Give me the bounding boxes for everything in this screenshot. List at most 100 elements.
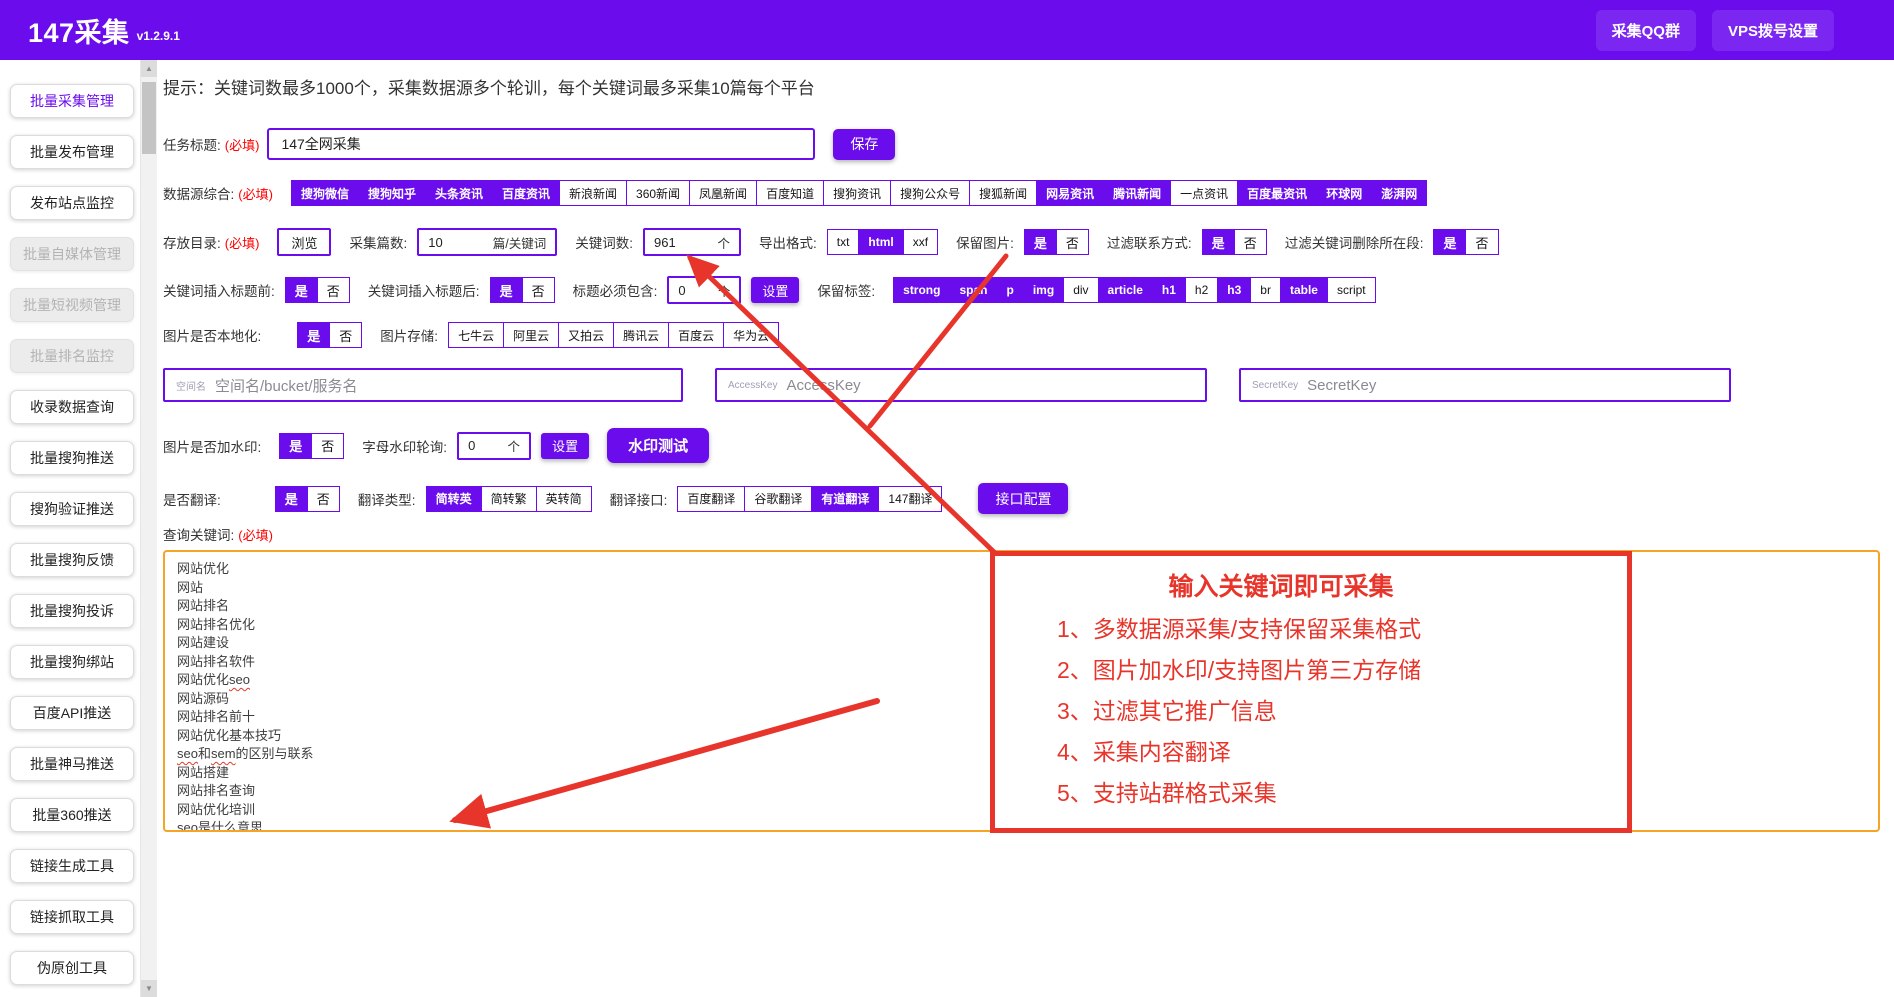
toggle-option-no[interactable]: 否	[312, 434, 343, 458]
sidebar-item[interactable]: 伪原创工具	[10, 951, 134, 985]
export-format-option[interactable]: html	[859, 230, 903, 254]
datasource-option[interactable]: 搜狗知乎	[359, 181, 426, 205]
keep-tag-option[interactable]: strong	[894, 278, 950, 302]
datasource-option[interactable]: 新浪新闻	[560, 181, 627, 205]
keep-tag-option[interactable]: br	[1251, 278, 1281, 302]
toggle-option-no[interactable]: 否	[1057, 230, 1088, 254]
scroll-up-icon[interactable]: ▲	[141, 60, 157, 77]
keep-tag-option[interactable]: img	[1024, 278, 1064, 302]
toggle-option-no[interactable]: 否	[318, 278, 349, 302]
sidebar-item[interactable]: 批量搜狗投诉	[10, 594, 134, 628]
sidebar-item[interactable]: 批量自媒体管理	[10, 237, 134, 271]
sidebar-item[interactable]: 批量神马推送	[10, 747, 134, 781]
translate-type-option[interactable]: 简转英	[427, 487, 482, 511]
image-storage-option[interactable]: 百度云	[669, 323, 724, 347]
sidebar-item[interactable]: 批量360推送	[10, 798, 134, 832]
save-button[interactable]: 保存	[833, 129, 895, 160]
keep-tag-option[interactable]: span	[950, 278, 997, 302]
image-storage-option[interactable]: 腾讯云	[614, 323, 669, 347]
sidebar-scrollbar[interactable]: ▲ ▼	[140, 60, 157, 997]
image-storage-option[interactable]: 又拍云	[559, 323, 614, 347]
toggle-option-yes[interactable]: 是	[1434, 230, 1466, 254]
toggle-option-yes[interactable]: 是	[286, 278, 318, 302]
sidebar-item[interactable]: 批量搜狗绑站	[10, 645, 134, 679]
translate-type-option[interactable]: 英转简	[537, 487, 591, 511]
sidebar-item[interactable]: 批量采集管理	[10, 84, 134, 118]
datasource-option[interactable]: 腾讯新闻	[1104, 181, 1171, 205]
toggle-option-yes[interactable]: 是	[298, 323, 330, 347]
watermark-cycle-input[interactable]: 0个	[457, 432, 531, 460]
toggle-option-no[interactable]: 否	[1466, 230, 1497, 254]
keep-tag-option[interactable]: h3	[1218, 278, 1251, 302]
toggle-option-yes[interactable]: 是	[276, 487, 308, 511]
datasource-option[interactable]: 360新闻	[627, 181, 690, 205]
image-storage-option[interactable]: 阿里云	[504, 323, 559, 347]
browse-button[interactable]: 浏览	[277, 228, 331, 256]
datasource-option[interactable]: 百度最资讯	[1238, 181, 1317, 205]
title-contain-set-button[interactable]: 设置	[751, 277, 799, 303]
toggle-option-yes[interactable]: 是	[1203, 230, 1235, 254]
sidebar-item[interactable]: 发布站点监控	[10, 186, 134, 220]
toggle-option-yes[interactable]: 是	[491, 278, 523, 302]
datasource-option[interactable]: 百度知道	[757, 181, 824, 205]
translate-type-options: 简转英简转繁英转简	[426, 486, 592, 512]
translate-api-option[interactable]: 百度翻译	[678, 487, 745, 511]
scroll-down-icon[interactable]: ▼	[141, 980, 157, 997]
export-format-option[interactable]: xxf	[904, 230, 937, 254]
sidebar-item[interactable]: 链接生成工具	[10, 849, 134, 883]
datasource-option[interactable]: 搜狐新闻	[970, 181, 1037, 205]
sidebar-item[interactable]: 收录数据查询	[10, 390, 134, 424]
sidebar-item[interactable]: 搜狗验证推送	[10, 492, 134, 526]
title-must-contain-input[interactable]: 0个	[667, 276, 741, 304]
export-format-option[interactable]: txt	[828, 230, 860, 254]
toggle-option-yes[interactable]: 是	[280, 434, 312, 458]
task-title-input[interactable]: 147全网采集	[267, 128, 815, 160]
toggle-option-no[interactable]: 否	[523, 278, 554, 302]
datasource-option[interactable]: 头条资讯	[426, 181, 493, 205]
toggle-option-no[interactable]: 否	[330, 323, 361, 347]
sidebar-item[interactable]: 链接抓取工具	[10, 900, 134, 934]
keep-tag-option[interactable]: p	[998, 278, 1024, 302]
pieces-input[interactable]: 10篇/关键词	[417, 228, 557, 256]
translate-type-option[interactable]: 简转繁	[482, 487, 537, 511]
secret-key-input[interactable]: SecretKey SecretKey	[1239, 368, 1731, 402]
vps-dial-settings-button[interactable]: VPS拨号设置	[1712, 10, 1834, 51]
sidebar-item[interactable]: 百度API推送	[10, 696, 134, 730]
watermark-set-button[interactable]: 设置	[541, 433, 589, 459]
sidebar-item[interactable]: 批量搜狗反馈	[10, 543, 134, 577]
datasource-option[interactable]: 澎湃网	[1372, 181, 1426, 205]
access-key-input[interactable]: AccessKey AccessKey	[715, 368, 1207, 402]
sidebar-item[interactable]: 批量短视频管理	[10, 288, 134, 322]
keep-tag-option[interactable]: h2	[1186, 278, 1218, 302]
api-config-button[interactable]: 接口配置	[978, 483, 1068, 514]
bucket-name-input[interactable]: 空间名 空间名/bucket/服务名	[163, 368, 683, 402]
keep-tag-option[interactable]: article	[1099, 278, 1153, 302]
translate-api-option[interactable]: 有道翻译	[812, 487, 879, 511]
image-storage-option[interactable]: 七牛云	[449, 323, 504, 347]
datasource-option[interactable]: 网易资讯	[1037, 181, 1104, 205]
datasource-option[interactable]: 搜狗公众号	[891, 181, 970, 205]
watermark-test-button[interactable]: 水印测试	[607, 428, 709, 463]
datasource-option[interactable]: 百度资讯	[493, 181, 560, 205]
toggle-option-yes[interactable]: 是	[1025, 230, 1057, 254]
scrollbar-thumb[interactable]	[142, 82, 156, 154]
translate-api-option[interactable]: 谷歌翻译	[745, 487, 812, 511]
sidebar-item[interactable]: 批量排名监控	[10, 339, 134, 373]
keyword-count-input[interactable]: 961个	[643, 228, 741, 256]
keep-tag-option[interactable]: div	[1064, 278, 1098, 302]
datasource-option[interactable]: 搜狗微信	[292, 181, 359, 205]
keep-tag-option[interactable]: script	[1328, 278, 1375, 302]
datasource-option[interactable]: 凤凰新闻	[690, 181, 757, 205]
datasource-option[interactable]: 环球网	[1317, 181, 1372, 205]
datasource-option[interactable]: 搜狗资讯	[824, 181, 891, 205]
sidebar-item[interactable]: 批量搜狗推送	[10, 441, 134, 475]
keep-tag-option[interactable]: h1	[1153, 278, 1186, 302]
image-storage-option[interactable]: 华为云	[724, 323, 778, 347]
toggle-option-no[interactable]: 否	[1235, 230, 1266, 254]
toggle-option-no[interactable]: 否	[308, 487, 339, 511]
datasource-option[interactable]: 一点资讯	[1171, 181, 1238, 205]
qq-group-button[interactable]: 采集QQ群	[1596, 10, 1696, 51]
keep-tag-option[interactable]: table	[1281, 278, 1328, 302]
sidebar-item[interactable]: 批量发布管理	[10, 135, 134, 169]
translate-api-option[interactable]: 147翻译	[879, 487, 941, 511]
